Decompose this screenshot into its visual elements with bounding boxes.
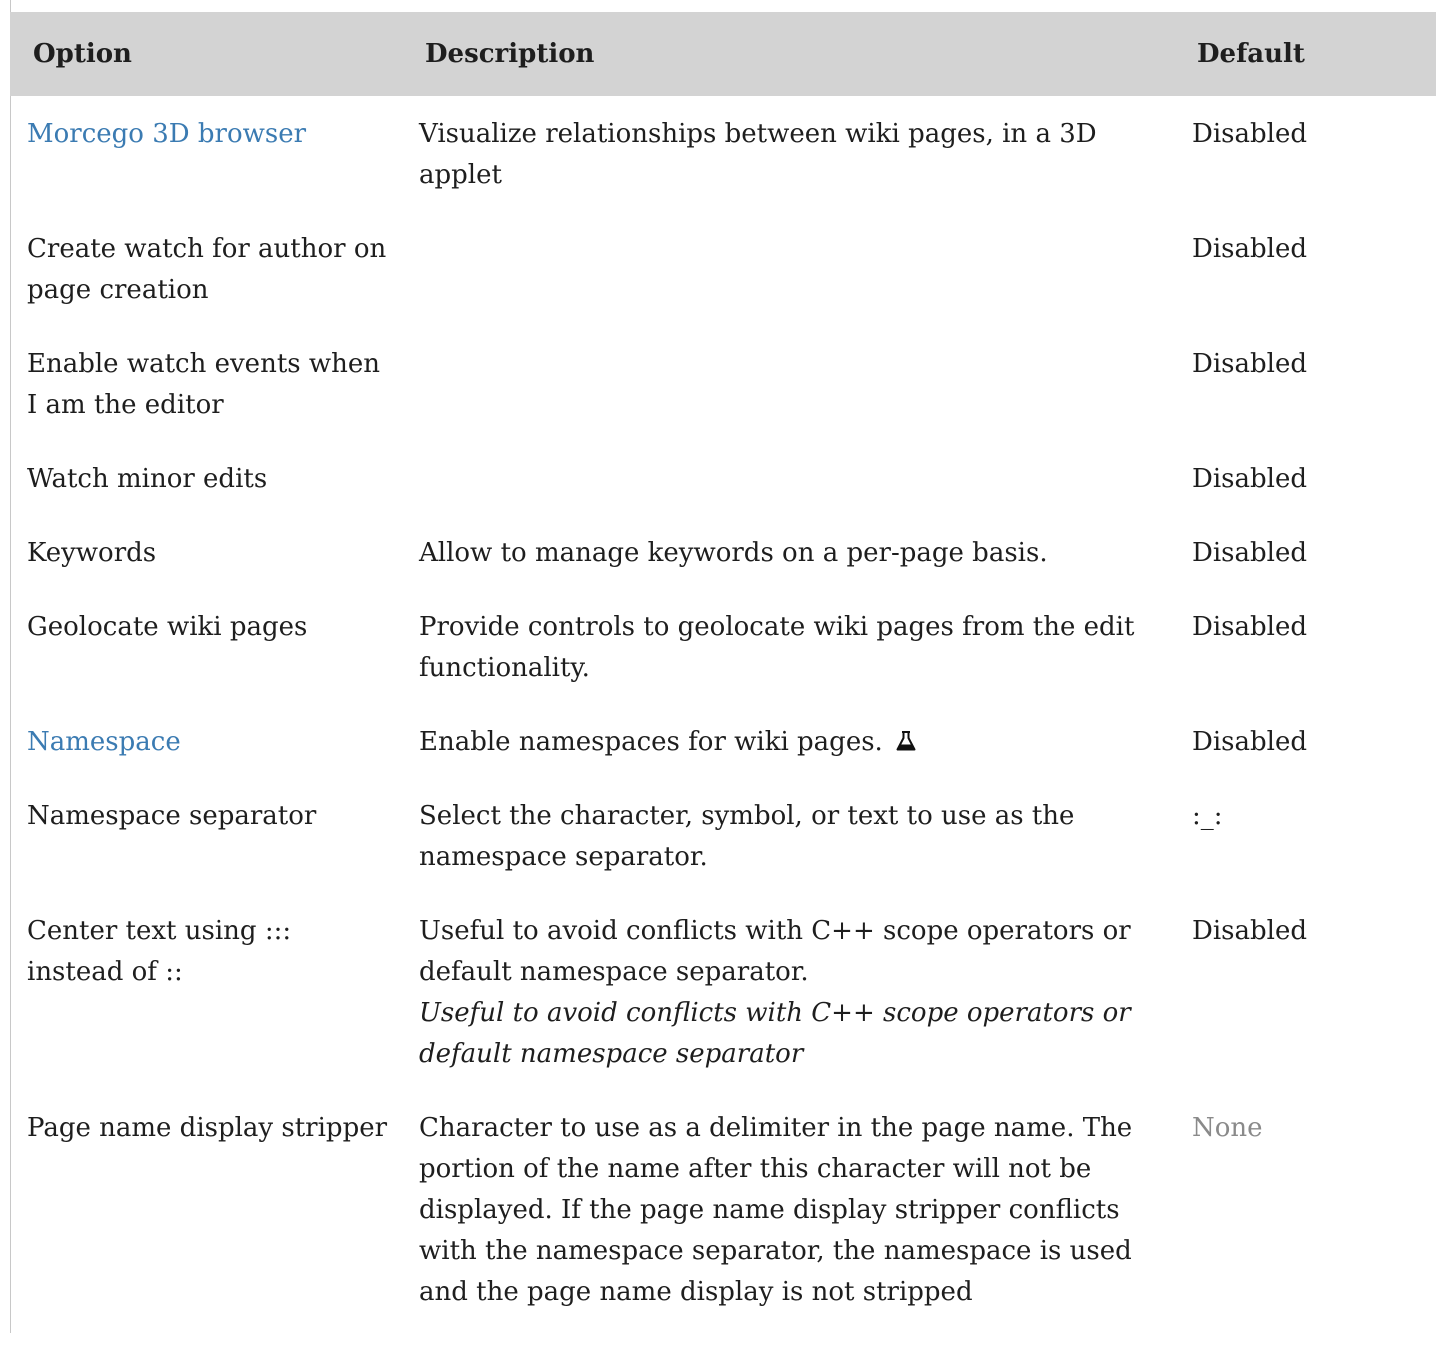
option-cell: Namespace: [10, 722, 402, 796]
description-cell: [402, 229, 1175, 344]
default-cell: None: [1192, 1113, 1263, 1143]
option-cell: Geolocate wiki pages: [27, 612, 308, 642]
option-cell: Keywords: [27, 538, 157, 568]
header-description: Description: [402, 12, 1175, 96]
option-cell: Morcego 3D browser: [10, 96, 402, 229]
default-cell: Disabled: [1192, 916, 1307, 946]
table-row: Keywords Allow to manage keywords on a p…: [10, 533, 1436, 607]
default-cell: Disabled: [1192, 234, 1307, 264]
description-text: Enable namespaces for wiki pages.: [419, 727, 883, 757]
table-row: Create watch for author on page creation…: [10, 229, 1436, 344]
description-cell: Enable namespaces for wiki pages.: [402, 722, 1175, 796]
table-row: Geolocate wiki pages Provide controls to…: [10, 607, 1436, 722]
table-row: Page name display stripper Character to …: [10, 1108, 1436, 1346]
description-cell: Allow to manage keywords on a per-page b…: [419, 538, 1048, 568]
default-cell: :_:: [1192, 801, 1223, 831]
description-cell: Select the character, symbol, or text to…: [419, 801, 1075, 872]
flask-icon: [896, 731, 916, 751]
description-cell: Useful to avoid conflicts with C++ scope…: [402, 911, 1175, 1108]
option-cell: Page name display stripper: [27, 1113, 388, 1143]
table-header-row: Option Description Default: [10, 12, 1436, 96]
option-cell: Enable watch events when I am the editor: [27, 349, 381, 420]
description-note: Useful to avoid conflicts with C++ scope…: [419, 998, 1131, 1069]
default-cell: Disabled: [1192, 538, 1307, 568]
description-cell: [402, 344, 1175, 459]
option-cell: Create watch for author on page creation: [27, 234, 387, 305]
default-cell: Disabled: [1192, 612, 1307, 642]
description-text: Useful to avoid conflicts with C++ scope…: [419, 916, 1131, 987]
option-cell: Watch minor edits: [27, 464, 268, 494]
table-row: Enable watch events when I am the editor…: [10, 344, 1436, 459]
description-cell: Character to use as a delimiter in the p…: [419, 1113, 1133, 1307]
default-cell: Disabled: [1192, 349, 1307, 379]
table-row: Watch minor edits Disabled: [10, 459, 1436, 533]
header-option: Option: [10, 12, 402, 96]
option-cell: Center text using ::: instead of ::: [27, 916, 292, 987]
default-cell: Disabled: [1192, 464, 1307, 494]
wiki-options-table: Option Description Default Morcego 3D br…: [10, 12, 1436, 1346]
default-cell: Disabled: [1192, 119, 1307, 149]
description-cell: Visualize relationships between wiki pag…: [419, 119, 1097, 190]
table-row: Namespace separator Select the character…: [10, 796, 1436, 911]
option-link-namespace[interactable]: Namespace: [27, 727, 181, 757]
table-row: Morcego 3D browser Visualize relationshi…: [10, 96, 1436, 229]
option-cell: Namespace separator: [27, 801, 317, 831]
default-cell: Disabled: [1192, 727, 1307, 757]
description-cell: [402, 459, 1175, 533]
table-row: Center text using ::: instead of :: Usef…: [10, 911, 1436, 1108]
header-default: Default: [1175, 12, 1436, 96]
description-cell: Provide controls to geolocate wiki pages…: [419, 612, 1135, 683]
option-link-morcego[interactable]: Morcego 3D browser: [27, 119, 306, 149]
preferences-table-view: Option Description Default Morcego 3D br…: [0, 0, 1436, 1333]
table-row: Namespace Enable namespaces for wiki pag…: [10, 722, 1436, 796]
